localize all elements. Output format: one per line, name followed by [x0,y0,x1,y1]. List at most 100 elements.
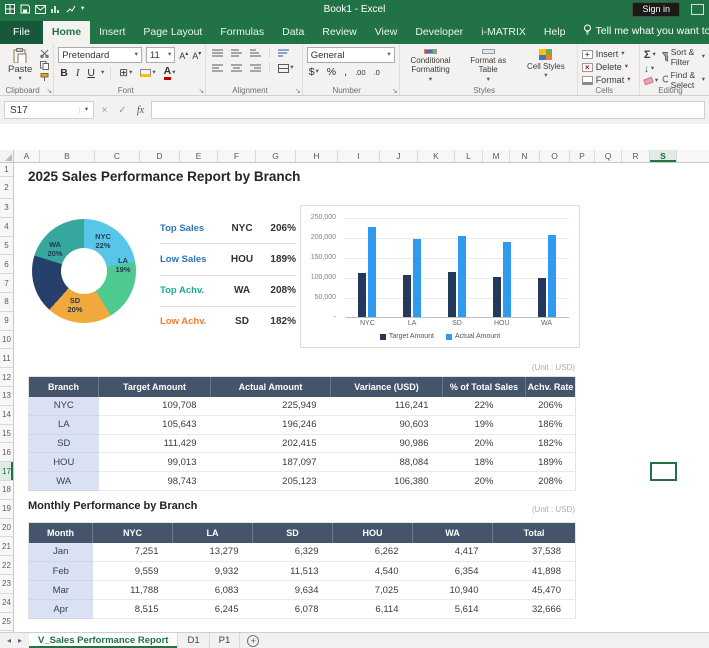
row-header-10[interactable]: 10 [0,331,13,350]
row-header-13[interactable]: 13 [0,387,13,406]
tab-i-matrix[interactable]: i-MATRIX [472,21,535,44]
cell[interactable]: 98,743 [99,472,211,491]
cell[interactable]: 8,515 [93,600,173,619]
cell-styles-button[interactable]: Cell Styles ▾ [519,47,573,83]
new-sheet-button[interactable]: + [247,635,259,647]
cell[interactable]: 208% [526,472,576,491]
increase-font-size-button[interactable]: A▴ [179,50,188,61]
cell[interactable]: 182% [526,434,576,453]
underline-caret-icon[interactable]: ▾ [101,70,104,77]
cell[interactable]: LA [29,415,99,434]
wrap-text-icon[interactable] [276,49,291,58]
conditional-formatting-button[interactable]: Conditional Formatting ▾ [404,47,458,83]
sheet-tab-p1[interactable]: P1 [210,633,241,648]
tab-data[interactable]: Data [273,21,313,44]
table-column-header[interactable]: Variance (USD) [331,377,443,397]
save-icon[interactable] [20,4,30,14]
row-header-21[interactable]: 21 [0,537,13,556]
top-align-icon[interactable] [210,49,225,58]
insert-cells-button[interactable]: + Insert ▾ [582,49,635,59]
comma-style-button[interactable]: , [342,66,349,78]
cell[interactable]: HOU [29,453,99,472]
format-painter-button[interactable] [40,73,49,82]
cell[interactable]: 6,329 [253,543,333,562]
cell[interactable]: 6,078 [253,600,333,619]
select-all-corner[interactable] [0,150,14,163]
sheet-nav-left-icon[interactable]: ◂ [7,636,11,645]
cell[interactable]: 186% [526,415,576,434]
autosum-button[interactable]: Σ▾ [644,49,658,61]
table-column-header[interactable]: Month [29,523,93,543]
donut-chart[interactable]: NYC22%LA19%SD20%WA20% [28,209,150,333]
increase-decimal-button[interactable]: .00 [353,68,367,77]
cell[interactable]: 187,097 [211,453,331,472]
alignment-dialog-launcher-icon[interactable]: ↘ [295,87,301,95]
column-header-L[interactable]: L [455,150,483,162]
cell[interactable]: 196,246 [211,415,331,434]
cell[interactable]: 18% [443,453,526,472]
table-column-header[interactable]: HOU [333,523,413,543]
cell[interactable]: 111,429 [99,434,211,453]
table-column-header[interactable]: NYC [93,523,173,543]
italic-button[interactable]: I [74,68,82,79]
sheet-area[interactable]: 2025 Sales Performance Report by Branch … [14,163,709,632]
column-header-Q[interactable]: Q [595,150,622,162]
column-header-H[interactable]: H [296,150,338,162]
cell[interactable]: 106,380 [331,472,443,491]
cell[interactable]: 7,251 [93,543,173,562]
bar-WA[interactable] [548,235,556,317]
cell[interactable]: SD [29,434,99,453]
name-box-caret-icon[interactable]: ▾ [79,107,93,114]
copy-button[interactable] [40,61,49,70]
borders-button[interactable]: ⊞▾ [117,67,134,79]
sort-filter-button[interactable]: Sort & Filter ▾ [662,47,705,67]
cell[interactable]: 20% [443,472,526,491]
insert-function-icon[interactable]: fx [133,105,148,116]
cell[interactable]: 32,666 [493,600,576,619]
cell[interactable]: Jan [29,543,93,562]
row-header-5[interactable]: 5 [0,237,13,256]
cell[interactable]: 6,114 [333,600,413,619]
bar-chart[interactable]: 250,000200,000150,000100,00050,000- NYCL… [300,205,580,348]
column-header-K[interactable]: K [418,150,455,162]
fill-button[interactable]: ↓▾ [644,64,658,75]
center-icon[interactable] [229,64,244,73]
accounting-format-button[interactable]: $▾ [307,66,321,78]
cell[interactable]: 9,932 [173,562,253,581]
row-header-7[interactable]: 7 [0,274,13,293]
cell[interactable]: 225,949 [211,397,331,416]
bar-HOU[interactable] [493,277,501,317]
sheet-tab-d1[interactable]: D1 [178,633,209,648]
bar-WA[interactable] [538,278,546,317]
cell[interactable]: 4,540 [333,562,413,581]
percent-style-button[interactable]: % [325,66,338,78]
align-left-icon[interactable] [210,64,225,73]
cell[interactable]: 189% [526,453,576,472]
cell[interactable]: 105,643 [99,415,211,434]
cell[interactable]: WA [29,472,99,491]
bar-SD[interactable] [458,236,466,317]
cell[interactable]: 4,417 [413,543,493,562]
number-format-combo[interactable]: General ▾ [307,47,395,63]
bar-SD[interactable] [448,272,456,317]
cell[interactable]: 202,415 [211,434,331,453]
bar-HOU[interactable] [503,242,511,317]
fill-color-button[interactable]: ▾ [138,69,157,77]
cell[interactable]: 6,245 [173,600,253,619]
column-header-A[interactable]: A [14,150,40,162]
cut-button[interactable] [40,49,49,58]
cell[interactable]: 205,123 [211,472,331,491]
row-header-25[interactable]: 25 [0,613,13,632]
row-header-23[interactable]: 23 [0,575,13,594]
table-column-header[interactable]: SD [253,523,333,543]
cell[interactable]: 206% [526,397,576,416]
cell[interactable]: 90,603 [331,415,443,434]
column-header-N[interactable]: N [510,150,540,162]
sign-in-button[interactable]: Sign in [632,2,680,17]
row-header-17[interactable]: 17 [0,462,13,481]
row-header-1[interactable]: 1 [0,163,13,177]
cell[interactable]: 6,354 [413,562,493,581]
middle-align-icon[interactable] [229,49,244,58]
ribbon-display-options-icon[interactable] [691,4,704,15]
font-dialog-launcher-icon[interactable]: ↘ [198,87,204,95]
